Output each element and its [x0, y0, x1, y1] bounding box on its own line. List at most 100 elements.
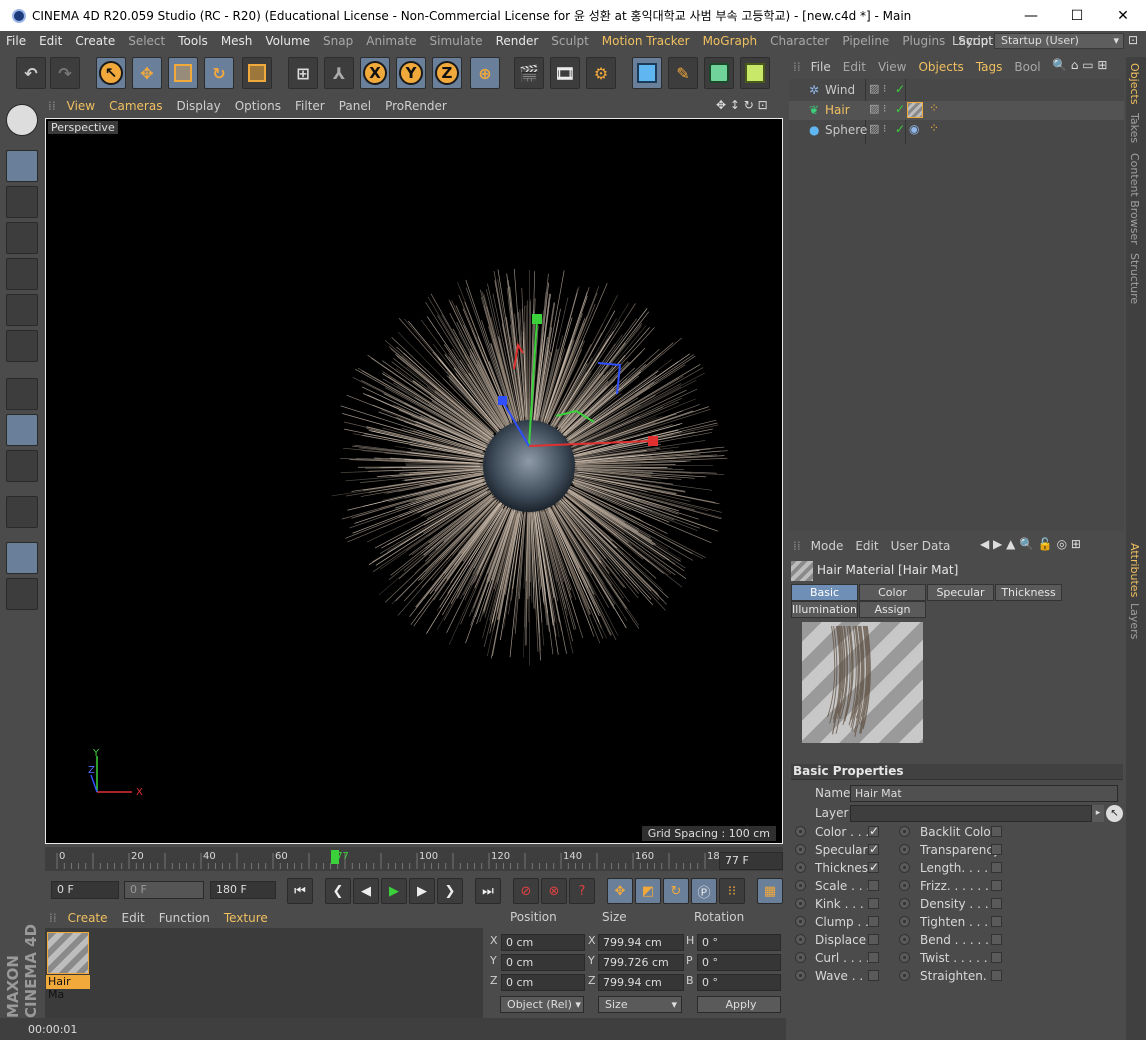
visibility-toggle-icon[interactable]: ▨ ⁝: [869, 122, 886, 135]
channel-keyframe-icon[interactable]: [795, 898, 806, 909]
planar-workplane-icon[interactable]: [6, 578, 38, 610]
channel-checkbox[interactable]: [991, 952, 1002, 963]
record-parameter-icon[interactable]: Ⓟ: [691, 878, 717, 904]
workplane-lock-icon[interactable]: [6, 542, 38, 574]
channel-keyframe-icon[interactable]: [899, 844, 910, 855]
channel-keyframe-icon[interactable]: [795, 970, 806, 981]
object-menu-edit[interactable]: Edit: [837, 60, 872, 74]
material-menu-texture[interactable]: Texture: [217, 911, 275, 925]
timeline-options-icon[interactable]: ▦: [757, 878, 783, 904]
menu-item-render[interactable]: Render: [490, 34, 546, 48]
size-field[interactable]: 799.94 cm: [598, 974, 684, 991]
autokeying-icon[interactable]: ⊗: [541, 878, 567, 904]
attr-tab-thickness[interactable]: Thickness: [995, 584, 1062, 601]
attr-tab-specular[interactable]: Specular: [927, 584, 994, 601]
menu-item-motion-tracker[interactable]: Motion Tracker: [596, 34, 697, 48]
enabled-check-icon[interactable]: ✓: [895, 122, 905, 136]
object-name[interactable]: Sphere: [825, 121, 867, 140]
play-forward-icon[interactable]: ▶: [381, 878, 407, 904]
attr-tab-assign[interactable]: Assign: [859, 601, 926, 618]
channel-keyframe-icon[interactable]: [795, 952, 806, 963]
attribute-menu-edit[interactable]: Edit: [849, 539, 884, 553]
phong-tag-icon[interactable]: ◉: [909, 122, 919, 136]
tab-objects[interactable]: Objects: [1128, 63, 1141, 105]
channel-keyframe-icon[interactable]: [795, 934, 806, 945]
rotate-tool-icon[interactable]: ↻: [204, 57, 234, 89]
menu-item-snap[interactable]: Snap: [317, 34, 360, 48]
tweak-mode-icon[interactable]: [6, 414, 38, 446]
menu-item-volume[interactable]: Volume: [259, 34, 317, 48]
tab-layers[interactable]: Layers: [1128, 603, 1141, 639]
solo-mode-icon[interactable]: [6, 450, 38, 482]
render-view-icon[interactable]: 🎬: [514, 57, 544, 89]
channel-checkbox[interactable]: [991, 862, 1002, 873]
record-scale-icon[interactable]: ◩: [635, 878, 661, 904]
channel-checkbox[interactable]: [991, 880, 1002, 891]
layer-arrow-icon[interactable]: ▸: [1092, 805, 1104, 822]
previous-frame-icon[interactable]: ◀: [353, 878, 379, 904]
x-axis-lock-icon[interactable]: X: [360, 57, 390, 89]
tab-structure[interactable]: Structure: [1128, 253, 1141, 304]
viewport-menu-panel[interactable]: Panel: [332, 99, 378, 113]
menu-item-create[interactable]: Create: [69, 34, 122, 48]
viewport-menu-prorender[interactable]: ProRender: [378, 99, 454, 113]
menu-item-mesh[interactable]: Mesh: [215, 34, 260, 48]
coordinate-system-icon[interactable]: ⊞: [288, 57, 318, 89]
viewport-menu-display[interactable]: Display: [169, 99, 227, 113]
channel-checkbox[interactable]: [868, 880, 879, 891]
menu-item-edit[interactable]: Edit: [33, 34, 69, 48]
move-tool-icon[interactable]: ✥: [132, 57, 162, 89]
render-picture-viewer-icon[interactable]: 🎞: [550, 57, 580, 89]
channel-keyframe-icon[interactable]: [899, 934, 910, 945]
channel-keyframe-icon[interactable]: [795, 844, 806, 855]
channel-checkbox[interactable]: ✓: [868, 843, 879, 855]
preview-range-slider[interactable]: 0 F: [124, 881, 204, 899]
menu-item-pipeline[interactable]: Pipeline: [836, 34, 896, 48]
record-pla-icon[interactable]: ⁝⁝: [719, 878, 745, 904]
viewport-grip-icon[interactable]: ⁞⁞: [44, 99, 60, 113]
object-manager-tools-icons[interactable]: 🔍 ⌂ ▭ ⊞: [1052, 58, 1107, 72]
tab-content-browser[interactable]: Content Browser: [1128, 153, 1141, 245]
polygons-mode-icon[interactable]: [6, 330, 38, 362]
subdivision-generator-icon[interactable]: [704, 57, 734, 89]
previous-key-icon[interactable]: ❮: [325, 878, 351, 904]
enabled-check-icon[interactable]: ✓: [895, 82, 905, 96]
array-generator-icon[interactable]: [740, 57, 770, 89]
object-row[interactable]: ✲ Wind ▨ ⁝ ✓: [789, 81, 1124, 100]
maximize-button[interactable]: ☐: [1054, 0, 1100, 31]
position-field[interactable]: 0 cm: [501, 954, 585, 971]
object-menu-objects[interactable]: Objects: [912, 60, 969, 74]
menu-item-mograph[interactable]: MoGraph: [697, 34, 765, 48]
channel-keyframe-icon[interactable]: [899, 916, 910, 927]
channel-keyframe-icon[interactable]: [795, 880, 806, 891]
z-axis-lock-icon[interactable]: Z: [432, 57, 462, 89]
channel-keyframe-icon[interactable]: [795, 916, 806, 927]
object-menu-bool[interactable]: Bool: [1008, 60, 1046, 74]
attribute-grip-icon[interactable]: ⁞⁞: [789, 539, 805, 553]
model-mode-icon[interactable]: [6, 150, 38, 182]
viewport-menu-cameras[interactable]: Cameras: [102, 99, 169, 113]
material-preview[interactable]: [802, 622, 923, 743]
render-settings-icon[interactable]: ⚙: [586, 57, 616, 89]
edges-mode-icon[interactable]: [6, 294, 38, 326]
channel-checkbox[interactable]: [991, 898, 1002, 909]
sphere-hair-tag-icon[interactable]: ⁘: [929, 121, 939, 135]
coordinate-mode-select[interactable]: Object (Rel) ▾: [500, 996, 584, 1013]
menu-item-file[interactable]: File: [0, 34, 33, 48]
rotation-field[interactable]: 0 °: [697, 974, 781, 991]
world-coordinates-icon[interactable]: ⊕: [470, 57, 500, 89]
hair-tag-icon[interactable]: ⁘: [929, 101, 939, 115]
viewport-menu-view[interactable]: View: [60, 99, 102, 113]
next-frame-icon[interactable]: ▶: [409, 878, 435, 904]
channel-checkbox[interactable]: [868, 934, 879, 945]
panel-expand-icon[interactable]: ⊡: [1128, 33, 1144, 49]
visibility-toggle-icon[interactable]: ▨ ⁝: [869, 102, 886, 115]
timeline-ruler[interactable]: 0 20 40 60 77 100 120 140 160 180: [45, 847, 783, 871]
channel-checkbox[interactable]: [991, 844, 1002, 855]
channel-checkbox[interactable]: ✓: [868, 861, 879, 873]
record-rotation-icon[interactable]: ↻: [663, 878, 689, 904]
object-axis-icon[interactable]: ⅄: [324, 57, 354, 89]
layer-field[interactable]: [850, 805, 1092, 822]
viewport-perspective[interactable]: Perspective Y X Z Grid Spacing : 100 cm: [45, 118, 783, 844]
material-menu-edit[interactable]: Edit: [115, 911, 152, 925]
